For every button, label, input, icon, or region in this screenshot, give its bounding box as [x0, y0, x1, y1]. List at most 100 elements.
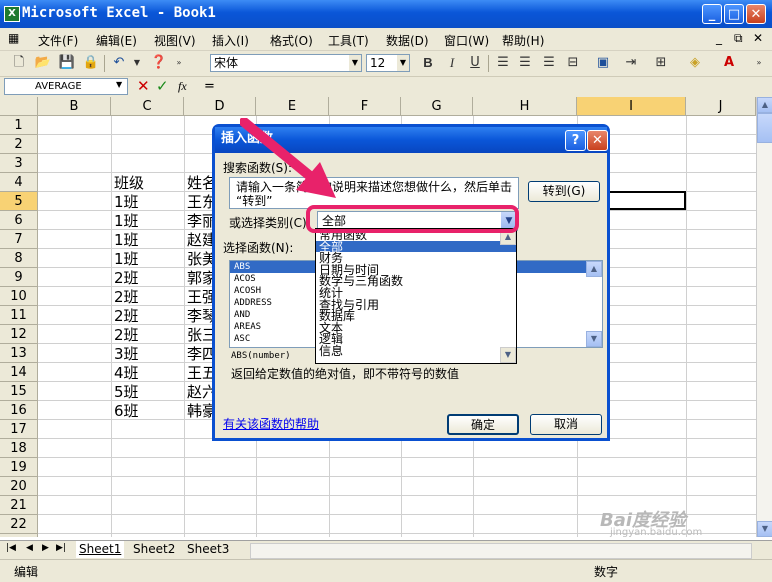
horizontal-scrollbar[interactable] — [250, 543, 752, 559]
column-header[interactable]: C — [111, 97, 184, 116]
row-header[interactable]: 12 — [0, 325, 38, 344]
cell-c16[interactable]: 6班 — [114, 402, 139, 420]
cell-c12[interactable]: 2班 — [114, 326, 139, 344]
category-option-selected[interactable]: 全部 — [316, 240, 516, 252]
row-header-active[interactable]: 5 — [0, 192, 38, 211]
cell-c6[interactable]: 1班 — [114, 212, 139, 230]
row-header[interactable]: 4 — [0, 173, 38, 192]
dialog-help-button[interactable]: ? — [565, 130, 586, 151]
font-name-combo[interactable]: 宋体 ▼ — [210, 54, 362, 72]
sheet-tab-active[interactable]: Sheet1 — [76, 541, 125, 558]
row-header[interactable]: 6 — [0, 211, 38, 230]
cell-c8[interactable]: 1班 — [114, 250, 139, 268]
dialog-close-button[interactable]: ✕ — [587, 130, 608, 151]
row-header[interactable]: 21 — [0, 496, 38, 515]
cell-c9[interactable]: 2班 — [114, 269, 139, 287]
scroll-thumb[interactable] — [757, 113, 772, 143]
category-option[interactable]: 数学与三角函数 — [316, 275, 516, 288]
toolbar-options-icon[interactable]: » — [750, 54, 768, 72]
menu-help[interactable]: 帮助(H) — [502, 32, 544, 49]
cancel-button[interactable]: 取消 — [530, 414, 602, 435]
cell-c14[interactable]: 4班 — [114, 364, 139, 382]
chevron-down-icon[interactable]: ▼ — [397, 55, 409, 71]
prev-sheet-icon[interactable]: ◀ — [26, 543, 33, 553]
category-dropdown-list[interactable]: 常用函数 全部 财务 日期与时间 数学与三角函数 统计 查找与引用 数据库 文本… — [315, 228, 517, 364]
save-icon[interactable]: 💾 — [58, 54, 76, 72]
row-header[interactable]: 23 — [0, 534, 38, 537]
workbook-icon[interactable]: ▦ — [8, 31, 19, 45]
row-header[interactable]: 2 — [0, 135, 38, 154]
currency-icon[interactable]: ▣ — [594, 54, 612, 72]
column-header[interactable]: B — [38, 97, 111, 116]
cell-c13[interactable]: 3班 — [114, 345, 139, 363]
column-header[interactable]: G — [401, 97, 473, 116]
column-header[interactable]: F — [329, 97, 401, 116]
row-header[interactable]: 18 — [0, 439, 38, 458]
cell-c10[interactable]: 2班 — [114, 288, 139, 306]
row-header[interactable]: 11 — [0, 306, 38, 325]
align-center-icon[interactable]: ☰ — [516, 54, 534, 72]
vertical-scrollbar[interactable]: ▲ ▼ — [756, 97, 772, 537]
doc-minimize-icon[interactable]: _ — [716, 31, 722, 45]
cell-c7[interactable]: 1班 — [114, 231, 139, 249]
column-header[interactable]: E — [256, 97, 329, 116]
row-header[interactable]: 8 — [0, 249, 38, 268]
menu-file[interactable]: 文件(F) — [38, 32, 78, 49]
row-header[interactable]: 22 — [0, 515, 38, 534]
scroll-up-icon[interactable]: ▲ — [586, 261, 602, 277]
last-sheet-icon[interactable]: ▶| — [56, 543, 66, 553]
underline-button[interactable]: U — [466, 54, 484, 72]
category-option[interactable]: 统计 — [316, 287, 516, 299]
formula-input[interactable]: = — [204, 79, 215, 94]
menu-window[interactable]: 窗口(W) — [444, 32, 489, 49]
italic-button[interactable]: I — [443, 54, 461, 72]
toolbar-options-icon[interactable]: » — [170, 54, 188, 72]
name-box[interactable]: AVERAGE — [4, 78, 128, 95]
menu-insert[interactable]: 插入(I) — [212, 32, 249, 49]
doc-restore-icon[interactable]: ⧉ — [734, 31, 743, 46]
maximize-button[interactable]: □ — [724, 4, 744, 24]
category-option[interactable]: 文本 — [316, 322, 516, 334]
enter-formula-icon[interactable]: ✓ — [156, 77, 169, 95]
align-left-icon[interactable]: ☰ — [494, 54, 512, 72]
cell-c15[interactable]: 5班 — [114, 383, 139, 401]
menu-data[interactable]: 数据(D) — [386, 32, 429, 49]
goto-button[interactable]: 转到(G) — [528, 181, 600, 202]
category-option[interactable]: 数据库 — [316, 310, 516, 322]
row-header[interactable]: 3 — [0, 154, 38, 173]
permission-icon[interactable]: 🔒 — [82, 54, 100, 72]
next-sheet-icon[interactable]: ▶ — [42, 543, 49, 553]
cell-c4[interactable]: 班级 — [114, 174, 144, 192]
row-header[interactable]: 9 — [0, 268, 38, 287]
cell-c5[interactable]: 1班 — [114, 193, 139, 211]
sheet-tab[interactable]: Sheet3 — [184, 541, 232, 558]
close-button[interactable]: ✕ — [746, 4, 766, 24]
fill-color-icon[interactable]: ◈ — [686, 54, 704, 72]
insert-function-icon[interactable]: fx — [178, 79, 187, 94]
doc-close-icon[interactable]: ✕ — [753, 31, 763, 45]
font-color-icon[interactable]: A — [720, 54, 738, 72]
row-header[interactable]: 14 — [0, 363, 38, 382]
chevron-down-icon[interactable]: ▼ — [116, 80, 122, 89]
select-all-corner[interactable] — [0, 97, 38, 116]
row-header[interactable]: 16 — [0, 401, 38, 420]
align-right-icon[interactable]: ☰ — [540, 54, 558, 72]
column-header[interactable]: D — [184, 97, 256, 116]
chevron-down-icon[interactable]: ▼ — [349, 55, 361, 71]
indent-icon[interactable]: ⇥ — [622, 54, 640, 72]
font-size-combo[interactable]: 12 ▼ — [366, 54, 410, 72]
cancel-formula-icon[interactable]: ✕ — [137, 77, 150, 95]
column-header[interactable]: J — [686, 97, 756, 116]
row-header[interactable]: 13 — [0, 344, 38, 363]
row-header[interactable]: 20 — [0, 477, 38, 496]
scroll-down-icon[interactable]: ▼ — [586, 331, 602, 347]
menu-format[interactable]: 格式(O) — [270, 32, 313, 49]
row-header[interactable]: 7 — [0, 230, 38, 249]
undo-icon[interactable]: ↶ — [110, 54, 128, 72]
function-help-link[interactable]: 有关该函数的帮助 — [223, 415, 319, 432]
open-icon[interactable]: 📂 — [34, 54, 52, 72]
scroll-down-icon[interactable]: ▼ — [500, 347, 516, 363]
row-header[interactable]: 1 — [0, 116, 38, 135]
column-header-active[interactable]: I — [577, 97, 686, 116]
menu-edit[interactable]: 编辑(E) — [96, 32, 137, 49]
